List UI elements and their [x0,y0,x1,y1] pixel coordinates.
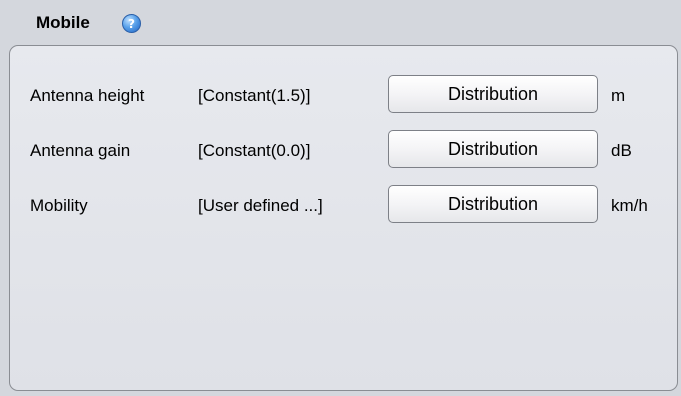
antenna-height-distribution-button[interactable]: Distribution [388,75,598,113]
antenna-gain-value: [Constant(0.0)] [198,141,311,160]
antenna-height-unit: m [611,86,626,105]
mobility-label: Mobility [30,196,88,215]
mobility-value: [User defined ...] [198,196,323,215]
mobility-unit: km/h [611,196,648,215]
mobility-distribution-button[interactable]: Distribution [388,185,598,223]
antenna-gain-unit: dB [611,141,632,160]
antenna-height-label: Antenna height [30,86,145,105]
help-icon[interactable]: ? [122,14,141,33]
antenna-gain-distribution-button[interactable]: Distribution [388,130,598,168]
section-header: Mobile ? [0,0,681,46]
antenna-gain-label: Antenna gain [30,141,131,160]
section-title: Mobile [36,13,90,32]
antenna-height-value: [Constant(1.5)] [198,86,311,105]
